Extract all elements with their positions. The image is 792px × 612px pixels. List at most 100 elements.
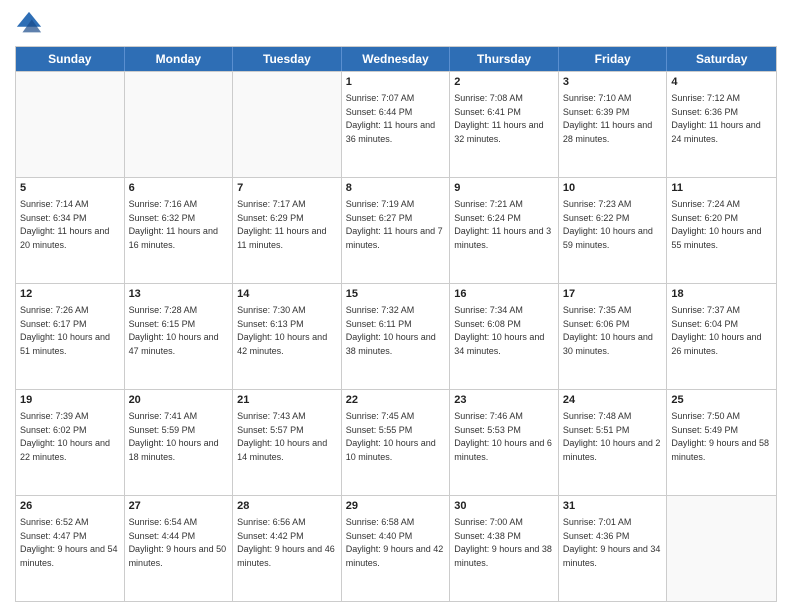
cell-text: Sunrise: 7:16 AMSunset: 6:32 PMDaylight:… bbox=[129, 199, 218, 250]
day-number: 3 bbox=[563, 75, 663, 90]
day-number: 17 bbox=[563, 287, 663, 302]
cell-text: Sunrise: 7:08 AMSunset: 6:41 PMDaylight:… bbox=[454, 93, 543, 144]
day-number: 16 bbox=[454, 287, 554, 302]
day-number: 7 bbox=[237, 181, 337, 196]
calendar-cell: 7 Sunrise: 7:17 AMSunset: 6:29 PMDaylight… bbox=[233, 178, 342, 283]
calendar-cell: 9 Sunrise: 7:21 AMSunset: 6:24 PMDaylight… bbox=[450, 178, 559, 283]
calendar-header-cell: Tuesday bbox=[233, 47, 342, 71]
calendar-header-cell: Saturday bbox=[667, 47, 776, 71]
cell-text: Sunrise: 7:07 AMSunset: 6:44 PMDaylight:… bbox=[346, 93, 435, 144]
calendar-cell bbox=[125, 72, 234, 177]
header bbox=[15, 10, 777, 38]
cell-text: Sunrise: 7:19 AMSunset: 6:27 PMDaylight:… bbox=[346, 199, 443, 250]
day-number: 20 bbox=[129, 393, 229, 408]
cell-text: Sunrise: 6:58 AMSunset: 4:40 PMDaylight:… bbox=[346, 517, 444, 568]
day-number: 1 bbox=[346, 75, 446, 90]
day-number: 29 bbox=[346, 499, 446, 514]
calendar-cell: 10 Sunrise: 7:23 AMSunset: 6:22 PMDayligh… bbox=[559, 178, 668, 283]
cell-text: Sunrise: 7:50 AMSunset: 5:49 PMDaylight:… bbox=[671, 411, 769, 462]
calendar-row: 26Sunrise: 6:52 AMSunset: 4:47 PMDayligh… bbox=[16, 495, 776, 601]
calendar-cell: 18Sunrise: 7:37 AMSunset: 6:04 PMDayligh… bbox=[667, 284, 776, 389]
cell-text: Sunrise: 7:41 AMSunset: 5:59 PMDaylight:… bbox=[129, 411, 219, 462]
calendar-header-cell: Sunday bbox=[16, 47, 125, 71]
cell-text: Sunrise: 7:35 AMSunset: 6:06 PMDaylight:… bbox=[563, 305, 653, 356]
cell-text: Sunrise: 7:01 AMSunset: 4:36 PMDaylight:… bbox=[563, 517, 661, 568]
day-number: 12 bbox=[20, 287, 120, 302]
cell-text: Sunrise: 6:56 AMSunset: 4:42 PMDaylight:… bbox=[237, 517, 335, 568]
cell-text: Sunrise: 7:37 AMSunset: 6:04 PMDaylight:… bbox=[671, 305, 761, 356]
calendar-cell: 22 Sunrise: 7:45 AMSunset: 5:55 PMDayligh… bbox=[342, 390, 451, 495]
calendar-cell: 24 Sunrise: 7:48 AMSunset: 5:51 PMDayligh… bbox=[559, 390, 668, 495]
calendar: SundayMondayTuesdayWednesdayThursdayFrid… bbox=[15, 46, 777, 602]
day-number: 11 bbox=[671, 181, 772, 196]
calendar-cell: 1 Sunrise: 7:07 AMSunset: 6:44 PMDaylight… bbox=[342, 72, 451, 177]
calendar-cell: 23Sunrise: 7:46 AMSunset: 5:53 PMDayligh… bbox=[450, 390, 559, 495]
calendar-cell: 3 Sunrise: 7:10 AMSunset: 6:39 PMDaylight… bbox=[559, 72, 668, 177]
day-number: 26 bbox=[20, 499, 120, 514]
calendar-cell: 17 Sunrise: 7:35 AMSunset: 6:06 PMDayligh… bbox=[559, 284, 668, 389]
calendar-cell bbox=[16, 72, 125, 177]
day-number: 14 bbox=[237, 287, 337, 302]
day-number: 21 bbox=[237, 393, 337, 408]
calendar-cell: 30 Sunrise: 7:00 AMSunset: 4:38 PMDayligh… bbox=[450, 496, 559, 601]
calendar-row: 5 Sunrise: 7:14 AMSunset: 6:34 PMDaylight… bbox=[16, 177, 776, 283]
calendar-cell: 31Sunrise: 7:01 AMSunset: 4:36 PMDayligh… bbox=[559, 496, 668, 601]
day-number: 2 bbox=[454, 75, 554, 90]
cell-text: Sunrise: 7:48 AMSunset: 5:51 PMDaylight:… bbox=[563, 411, 661, 462]
day-number: 5 bbox=[20, 181, 120, 196]
cell-text: Sunrise: 7:14 AMSunset: 6:34 PMDaylight:… bbox=[20, 199, 109, 250]
calendar-cell: 13Sunrise: 7:28 AMSunset: 6:15 PMDayligh… bbox=[125, 284, 234, 389]
page: SundayMondayTuesdayWednesdayThursdayFrid… bbox=[0, 0, 792, 612]
cell-text: Sunrise: 7:24 AMSunset: 6:20 PMDaylight:… bbox=[671, 199, 761, 250]
calendar-header-cell: Thursday bbox=[450, 47, 559, 71]
cell-text: Sunrise: 7:00 AMSunset: 4:38 PMDaylight:… bbox=[454, 517, 552, 568]
calendar-cell: 21 Sunrise: 7:43 AMSunset: 5:57 PMDayligh… bbox=[233, 390, 342, 495]
cell-text: Sunrise: 7:30 AMSunset: 6:13 PMDaylight:… bbox=[237, 305, 327, 356]
calendar-cell: 26Sunrise: 6:52 AMSunset: 4:47 PMDayligh… bbox=[16, 496, 125, 601]
cell-text: Sunrise: 6:54 AMSunset: 4:44 PMDaylight:… bbox=[129, 517, 227, 568]
calendar-cell: 25Sunrise: 7:50 AMSunset: 5:49 PMDayligh… bbox=[667, 390, 776, 495]
logo bbox=[15, 10, 47, 38]
cell-text: Sunrise: 7:26 AMSunset: 6:17 PMDaylight:… bbox=[20, 305, 110, 356]
calendar-cell: 2 Sunrise: 7:08 AMSunset: 6:41 PMDaylight… bbox=[450, 72, 559, 177]
cell-text: Sunrise: 7:34 AMSunset: 6:08 PMDaylight:… bbox=[454, 305, 544, 356]
cell-text: Sunrise: 7:12 AMSunset: 6:36 PMDaylight:… bbox=[671, 93, 760, 144]
day-number: 4 bbox=[671, 75, 772, 90]
calendar-cell: 8Sunrise: 7:19 AMSunset: 6:27 PMDaylight… bbox=[342, 178, 451, 283]
calendar-row: 1 Sunrise: 7:07 AMSunset: 6:44 PMDaylight… bbox=[16, 71, 776, 177]
calendar-cell bbox=[233, 72, 342, 177]
cell-text: Sunrise: 7:17 AMSunset: 6:29 PMDaylight:… bbox=[237, 199, 326, 250]
calendar-cell: 29 Sunrise: 6:58 AMSunset: 4:40 PMDayligh… bbox=[342, 496, 451, 601]
calendar-cell bbox=[667, 496, 776, 601]
cell-text: Sunrise: 7:39 AMSunset: 6:02 PMDaylight:… bbox=[20, 411, 110, 462]
cell-text: Sunrise: 7:46 AMSunset: 5:53 PMDaylight:… bbox=[454, 411, 552, 462]
day-number: 9 bbox=[454, 181, 554, 196]
cell-text: Sunrise: 7:10 AMSunset: 6:39 PMDaylight:… bbox=[563, 93, 652, 144]
cell-text: Sunrise: 7:23 AMSunset: 6:22 PMDaylight:… bbox=[563, 199, 653, 250]
logo-icon bbox=[15, 10, 43, 38]
day-number: 27 bbox=[129, 499, 229, 514]
calendar-header-cell: Monday bbox=[125, 47, 234, 71]
calendar-header-row: SundayMondayTuesdayWednesdayThursdayFrid… bbox=[16, 47, 776, 71]
calendar-cell: 28Sunrise: 6:56 AMSunset: 4:42 PMDayligh… bbox=[233, 496, 342, 601]
cell-text: Sunrise: 7:28 AMSunset: 6:15 PMDaylight:… bbox=[129, 305, 219, 356]
calendar-cell: 16 Sunrise: 7:34 AMSunset: 6:08 PMDayligh… bbox=[450, 284, 559, 389]
day-number: 15 bbox=[346, 287, 446, 302]
day-number: 24 bbox=[563, 393, 663, 408]
day-number: 10 bbox=[563, 181, 663, 196]
day-number: 30 bbox=[454, 499, 554, 514]
calendar-body: 1 Sunrise: 7:07 AMSunset: 6:44 PMDaylight… bbox=[16, 71, 776, 601]
cell-text: Sunrise: 7:21 AMSunset: 6:24 PMDaylight:… bbox=[454, 199, 551, 250]
calendar-row: 19Sunrise: 7:39 AMSunset: 6:02 PMDayligh… bbox=[16, 389, 776, 495]
cell-text: Sunrise: 7:45 AMSunset: 5:55 PMDaylight:… bbox=[346, 411, 436, 462]
calendar-cell: 20 Sunrise: 7:41 AMSunset: 5:59 PMDayligh… bbox=[125, 390, 234, 495]
calendar-cell: 19Sunrise: 7:39 AMSunset: 6:02 PMDayligh… bbox=[16, 390, 125, 495]
day-number: 22 bbox=[346, 393, 446, 408]
cell-text: Sunrise: 7:43 AMSunset: 5:57 PMDaylight:… bbox=[237, 411, 327, 462]
calendar-row: 12 Sunrise: 7:26 AMSunset: 6:17 PMDayligh… bbox=[16, 283, 776, 389]
calendar-cell: 14 Sunrise: 7:30 AMSunset: 6:13 PMDayligh… bbox=[233, 284, 342, 389]
cell-text: Sunrise: 7:32 AMSunset: 6:11 PMDaylight:… bbox=[346, 305, 436, 356]
calendar-cell: 5 Sunrise: 7:14 AMSunset: 6:34 PMDaylight… bbox=[16, 178, 125, 283]
calendar-cell: 11 Sunrise: 7:24 AMSunset: 6:20 PMDayligh… bbox=[667, 178, 776, 283]
calendar-cell: 12 Sunrise: 7:26 AMSunset: 6:17 PMDayligh… bbox=[16, 284, 125, 389]
